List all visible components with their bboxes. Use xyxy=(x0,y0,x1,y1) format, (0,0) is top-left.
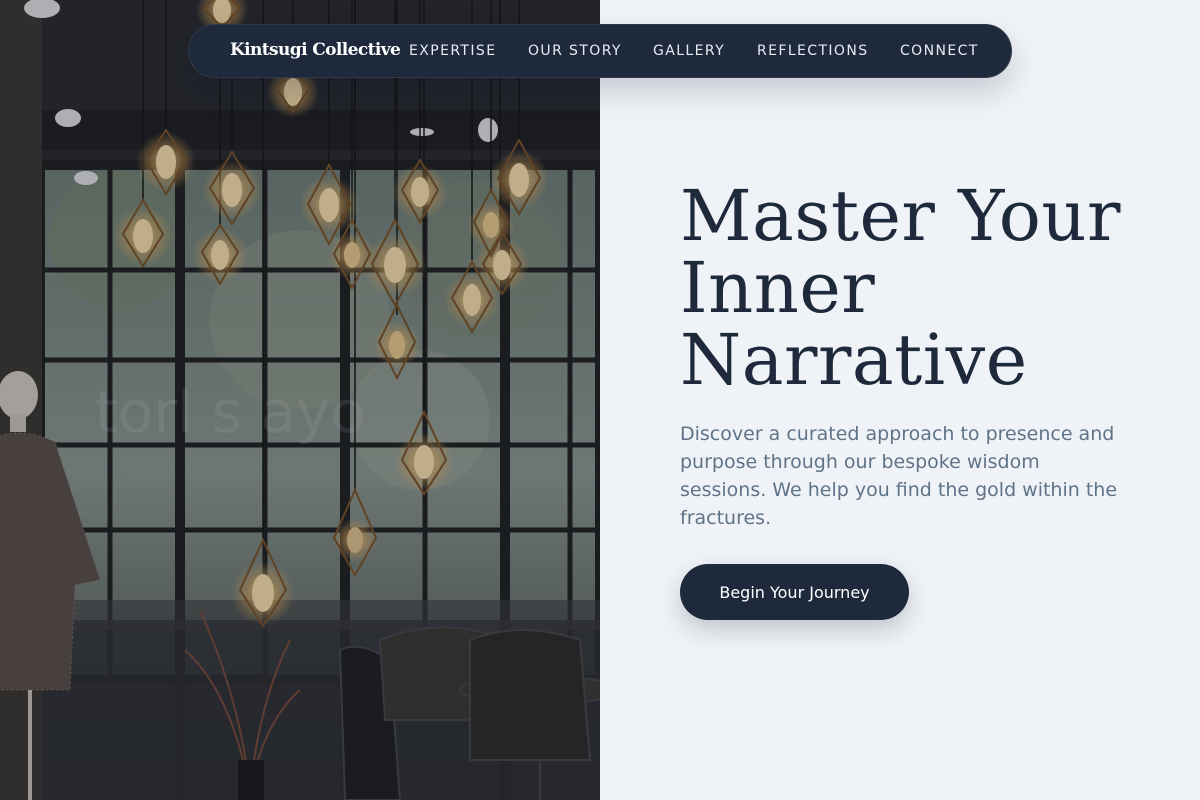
headline-line-1: Master Your xyxy=(680,175,1121,257)
headline-line-2: Inner xyxy=(680,247,876,329)
hero-photo: torl s ayo xyxy=(0,0,600,800)
nav-link-gallery[interactable]: GALLERY xyxy=(653,43,725,59)
hero-section: Master Your Inner Narrative Discover a c… xyxy=(600,0,1200,800)
nav-link-our-story[interactable]: OUR STORY xyxy=(528,43,622,59)
hero-headline: Master Your Inner Narrative xyxy=(680,180,1140,396)
begin-journey-button[interactable]: Begin Your Journey xyxy=(680,564,909,620)
headline-line-3: Narrative xyxy=(680,319,1028,401)
cafe-interior-illustration: torl s ayo xyxy=(0,0,600,800)
top-nav: Kintsugi Collective EXPERTISE OUR STORY … xyxy=(188,24,1012,78)
brand-logo[interactable]: Kintsugi Collective xyxy=(230,40,401,60)
nav-link-reflections[interactable]: REFLECTIONS xyxy=(757,43,869,59)
nav-link-expertise[interactable]: EXPERTISE xyxy=(409,43,496,59)
nav-link-connect[interactable]: CONNECT xyxy=(900,43,979,59)
hero-subtext: Discover a curated approach to presence … xyxy=(680,423,1118,529)
